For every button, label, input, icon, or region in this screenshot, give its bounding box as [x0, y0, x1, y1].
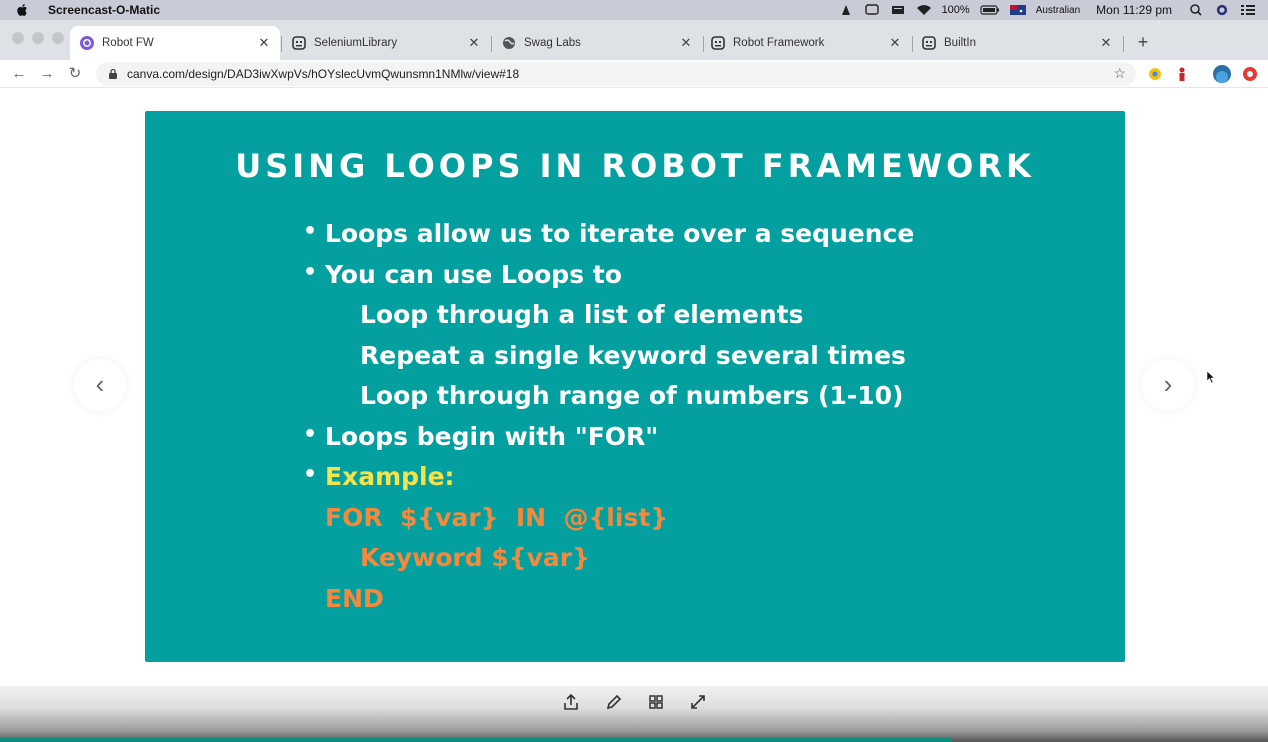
tab-divider — [1123, 36, 1124, 52]
input-source-label[interactable]: Australian — [1036, 5, 1080, 16]
tab-robot-framework[interactable]: Robot Framework ✕ — [701, 26, 911, 60]
active-app-name[interactable]: Screencast-O-Matic — [48, 3, 160, 17]
tab-seleniumlibrary[interactable]: SeleniumLibrary ✕ — [282, 26, 490, 60]
screencast-icon[interactable] — [838, 4, 854, 16]
macos-menubar: Screencast-O-Matic 100% Australian Mon 1… — [0, 0, 1268, 20]
fullscreen-icon[interactable] — [688, 692, 708, 712]
battery-icon[interactable] — [980, 4, 1000, 16]
new-tab-button[interactable]: + — [1133, 32, 1153, 52]
share-icon[interactable] — [561, 692, 581, 712]
record-extension-icon[interactable] — [1241, 65, 1259, 83]
robot-icon — [922, 36, 936, 50]
slide-title: USING LOOPS IN ROBOT FRAMEWORK — [235, 147, 1035, 185]
spotlight-search-icon[interactable] — [1188, 4, 1204, 16]
close-tab-icon[interactable]: ✕ — [678, 35, 694, 51]
slide-sub-item: Loop through range of numbers (1-10) — [360, 381, 904, 410]
forward-arrow-icon[interactable]: → — [37, 64, 57, 84]
tab-label: Robot Framework — [733, 37, 825, 49]
back-arrow-icon[interactable]: ← — [9, 64, 29, 84]
browser-toolbar: ← → ↻ canva.com/design/DAD3iwXwpVs/hOYsl… — [0, 60, 1268, 88]
slide-sub-item: Repeat a single keyword several times — [360, 341, 906, 370]
bullet-text: Loops allow us to iterate over a sequenc… — [325, 219, 915, 248]
edit-pencil-icon[interactable] — [604, 692, 624, 712]
bullet-text: Example: — [325, 462, 455, 491]
menubar-clock[interactable]: Mon 11:29 pm — [1096, 3, 1172, 17]
tab-builtin[interactable]: BuiltIn ✕ — [912, 26, 1122, 60]
slide-bullet: • You can use Loops to — [303, 260, 622, 289]
slide-bullet: • Loops begin with "FOR" — [303, 422, 659, 451]
chrome-extension-icon[interactable] — [1146, 65, 1164, 83]
robot-icon — [292, 36, 306, 50]
lock-icon[interactable] — [108, 68, 118, 80]
tab-label: BuiltIn — [944, 37, 976, 49]
slide-bullet-example: • Example: — [303, 462, 455, 491]
apple-icon[interactable] — [16, 3, 30, 17]
bookmark-star-icon[interactable]: ☆ — [1113, 65, 1126, 82]
address-bar[interactable]: canva.com/design/DAD3iwXwpVs/hOYslecUvmQ… — [96, 62, 1136, 86]
canva-icon — [80, 36, 94, 50]
bullet-text: Loops begin with "FOR" — [325, 422, 659, 451]
close-tab-icon[interactable]: ✕ — [1098, 35, 1114, 51]
tab-label: SeleniumLibrary — [314, 37, 398, 49]
control-center-icon[interactable] — [1240, 4, 1256, 16]
profile-avatar[interactable] — [1212, 64, 1232, 84]
slide-sub-item: Loop through a list of elements — [360, 300, 804, 329]
tab-label: Swag Labs — [524, 37, 581, 49]
tab-swag-labs[interactable]: Swag Labs ✕ — [492, 26, 702, 60]
extension-person-icon[interactable] — [1173, 65, 1191, 83]
battery-percent: 100% — [941, 4, 970, 16]
previous-slide-button[interactable]: ‹ — [74, 359, 126, 411]
next-slide-button[interactable]: › — [1142, 359, 1194, 411]
bullet-text: You can use Loops to — [325, 260, 622, 289]
close-tab-icon[interactable]: ✕ — [466, 35, 482, 51]
menubar-status-area: 100% Australian Mon 11:29 pm — [838, 0, 1256, 20]
display-icon[interactable] — [864, 4, 880, 16]
presentation-slide: USING LOOPS IN ROBOT FRAMEWORK • Loops al… — [145, 111, 1125, 662]
close-tab-icon[interactable]: ✕ — [256, 35, 272, 51]
close-window-button[interactable] — [12, 32, 24, 44]
chevron-left-icon: ‹ — [95, 369, 105, 399]
window-controls — [12, 32, 64, 44]
bluetooth-devices-icon[interactable] — [890, 4, 906, 16]
chevron-right-icon: › — [1163, 369, 1173, 399]
robot-icon — [711, 36, 725, 50]
slide-bullet: • Loops allow us to iterate over a sequen… — [303, 219, 915, 248]
australia-flag-icon[interactable] — [1009, 4, 1026, 16]
url-text: canva.com/design/DAD3iwXwpVs/hOYslecUvmQ… — [127, 67, 520, 81]
code-line: Keyword ${var} — [360, 543, 590, 572]
reload-icon[interactable]: ↻ — [65, 64, 85, 84]
mouse-cursor-icon — [1206, 370, 1216, 384]
code-line: FOR ${var} IN @{list} — [325, 503, 669, 532]
close-tab-icon[interactable]: ✕ — [887, 35, 903, 51]
zoom-window-button[interactable] — [52, 32, 64, 44]
code-line: END — [325, 584, 384, 613]
globe-icon — [503, 37, 515, 49]
tab-robot-fw[interactable]: Robot FW ✕ — [70, 26, 280, 60]
tab-label: Robot FW — [102, 37, 154, 49]
wifi-icon[interactable] — [916, 4, 932, 16]
siri-icon[interactable] — [1214, 4, 1230, 16]
viewer-bottom-toolbar — [0, 686, 1268, 742]
minimize-window-button[interactable] — [32, 32, 44, 44]
slide-progress-bar — [0, 738, 952, 742]
browser-tab-strip: Robot FW ✕ SeleniumLibrary ✕ Swag Labs ✕… — [0, 20, 1268, 60]
grid-view-icon[interactable] — [646, 692, 666, 712]
